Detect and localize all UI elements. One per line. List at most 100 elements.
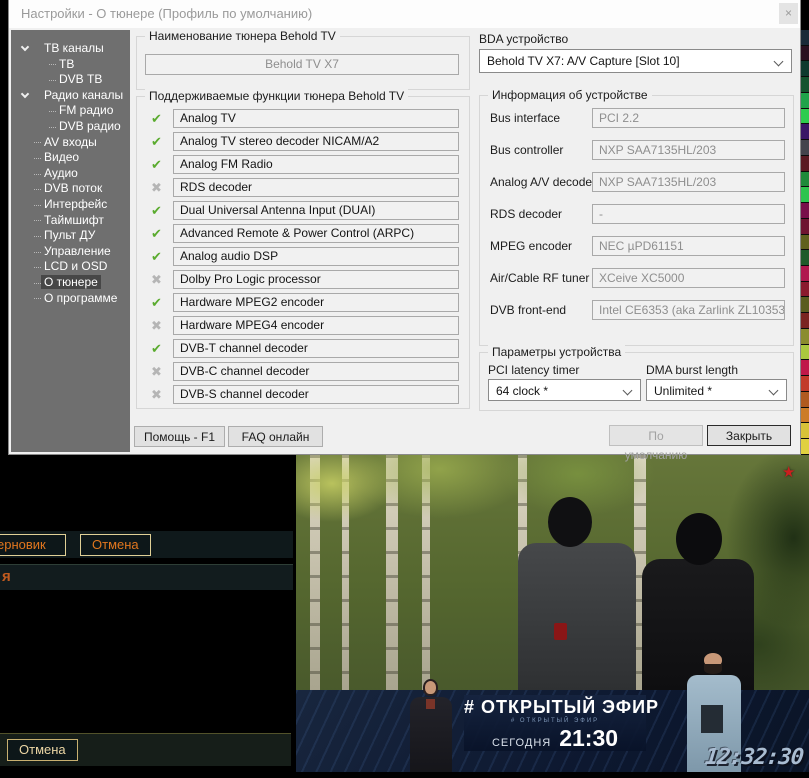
chevron-down-icon[interactable] — [21, 90, 29, 98]
chevron-down-icon — [623, 386, 633, 396]
sidebar-item-remote[interactable]: Пульт ДУ — [11, 228, 130, 244]
info-field: Intel CE6353 (aka Zarlink ZL10353) — [592, 300, 785, 320]
dma-burst-value: Unlimited * — [654, 384, 712, 398]
info-field: XCeive XC5000 — [592, 268, 785, 288]
info-row: RDS decoder- — [490, 204, 785, 224]
feature-row: ✔Dual Universal Antenna Input (DUAI) — [149, 201, 459, 220]
settings-nav-tree: ТВ каналы ТВ DVB ТВ Радио каналы FM ради… — [11, 30, 130, 452]
check-icon: ✔ — [149, 155, 164, 174]
features-list: ✔Analog TV ✔Analog TV stereo decoder NIC… — [149, 109, 459, 408]
sidebar-item-control[interactable]: Управление — [11, 244, 130, 260]
cross-icon: ✖ — [149, 316, 164, 335]
feature-field: Analog TV — [173, 109, 459, 128]
feature-field: Advanced Remote & Power Control (ARPC) — [173, 224, 459, 243]
feature-field: DVB-C channel decoder — [173, 362, 459, 381]
feature-row: ✖RDS decoder — [149, 178, 459, 197]
screen: черновик Отмена я Отмена — [0, 0, 809, 778]
bda-device-label: BDA устройство — [479, 32, 568, 46]
close-button[interactable]: Закрыть — [707, 425, 791, 446]
pci-latency-label: PCI latency timer — [488, 363, 579, 377]
pci-latency-value: 64 clock * — [496, 384, 548, 398]
tuner-name-field: Behold TV X7 — [145, 54, 459, 75]
tuner-name-group: Наименование тюнера Behold TV Behold TV … — [136, 36, 470, 90]
faq-online-button[interactable]: FAQ онлайн — [228, 426, 323, 447]
sidebar-item-tv-channels[interactable]: ТВ каналы — [11, 41, 130, 57]
partial-text: я — [2, 568, 11, 585]
sidebar-item-lcd-osd[interactable]: LCD и OSD — [11, 259, 130, 275]
check-icon: ✔ — [149, 293, 164, 312]
sidebar-item-audio[interactable]: Аудио — [11, 166, 130, 182]
cross-icon: ✖ — [149, 270, 164, 289]
info-row: Air/Cable RF tunerXCeive XC5000 — [490, 268, 785, 288]
feature-row: ✖DVB-S channel decoder — [149, 385, 459, 404]
help-button[interactable]: Помощь - F1 — [134, 426, 225, 447]
promo-title: # ОТКРЫТЫЙ ЭФИР — [464, 697, 646, 718]
info-row: DVB front-endIntel CE6353 (aka Zarlink Z… — [490, 300, 785, 320]
feature-row: ✔Analog TV — [149, 109, 459, 128]
sidebar-item-av-inputs[interactable]: AV входы — [11, 135, 130, 151]
cancel-button[interactable]: Отмена — [80, 534, 151, 556]
feature-row: ✔Analog FM Radio — [149, 155, 459, 174]
tv-video-surface[interactable]: # ОТКРЫТЫЙ ЭФИР # ОТКРЫТЫЙ ЭФИР СЕГОДНЯ … — [296, 455, 809, 772]
settings-dialog: Настройки - О тюнере (Профиль по умолчан… — [8, 0, 801, 455]
features-group: Поддерживаемые функции тюнера Behold TV … — [136, 96, 470, 409]
info-row: MPEG encoderNEC µPD61151 — [490, 236, 785, 256]
sidebar-item-timeshift[interactable]: Таймшифт — [11, 213, 130, 229]
red-patch — [554, 623, 567, 640]
feature-field: Dolby Pro Logic processor — [173, 270, 459, 289]
channel-star-logo-icon: ★ — [782, 463, 795, 481]
feature-field: Analog TV stereo decoder NICAM/A2 — [173, 132, 459, 151]
sidebar-item-fm-radio[interactable]: FM радио — [11, 103, 130, 119]
chevron-down-icon[interactable] — [21, 43, 29, 51]
masked-person-left-head — [548, 497, 592, 547]
info-row: Bus interfacePCI 2.2 — [490, 108, 785, 128]
feature-row: ✖ Dolby Pro Logic processor — [149, 270, 459, 289]
feature-row: ✔ Advanced Remote & Power Control (ARPC) — [149, 224, 459, 243]
sidebar-item-about-program[interactable]: О программе — [11, 291, 130, 307]
feature-field: DVB-T channel decoder — [173, 339, 459, 358]
info-field: NEC µPD61151 — [592, 236, 785, 256]
bda-device-value: Behold TV X7: A/V Capture [Slot 10] — [487, 54, 680, 68]
info-field: - — [592, 204, 785, 224]
check-icon: ✔ — [149, 201, 164, 220]
feature-row: ✖ DVB-C channel decoder — [149, 362, 459, 381]
sidebar-item-interface[interactable]: Интерфейс — [11, 197, 130, 213]
cross-icon: ✖ — [149, 178, 164, 197]
pci-latency-select[interactable]: 64 clock * — [488, 379, 641, 401]
sidebar-item-about-tuner[interactable]: О тюнере — [11, 275, 130, 291]
draft-button[interactable]: черновик — [0, 534, 66, 556]
onscreen-clock: 12:32:30 — [704, 745, 805, 770]
presenter-left — [402, 679, 460, 772]
presenter-left-head — [423, 679, 438, 696]
sidebar-item-dvb-radio[interactable]: DVB радио — [11, 119, 130, 135]
feature-field: Analog audio DSP — [173, 247, 459, 266]
sidebar-item-dvb-tv[interactable]: DVB ТВ — [11, 72, 130, 88]
check-icon: ✔ — [149, 224, 164, 243]
masked-person-right-head — [676, 513, 722, 565]
dialog-titlebar: Настройки - О тюнере (Профиль по умолчан… — [9, 0, 800, 28]
sidebar-item-video[interactable]: Видео — [11, 150, 130, 166]
feature-row: ✖Hardware MPEG4 encoder — [149, 316, 459, 335]
bottom-cancel-button[interactable]: Отмена — [7, 739, 78, 761]
sidebar-item-radio-channels[interactable]: Радио каналы — [11, 88, 130, 104]
sidebar-item-tv[interactable]: ТВ — [11, 57, 130, 73]
feature-row: ✔Hardware MPEG2 encoder — [149, 293, 459, 312]
feature-field: DVB-S channel decoder — [173, 385, 459, 404]
dma-burst-select[interactable]: Unlimited * — [646, 379, 787, 401]
promo-day: СЕГОДНЯ — [492, 737, 551, 749]
presenter-left-blouse — [426, 699, 435, 709]
feature-row: ✔ Analog TV stereo decoder NICAM/A2 — [149, 132, 459, 151]
dialog-title: Настройки - О тюнере (Профиль по умолчан… — [21, 6, 312, 21]
info-field: NXP SAA7135HL/203 — [592, 172, 785, 192]
promo-banner: # ОТКРЫТЫЙ ЭФИР # ОТКРЫТЫЙ ЭФИР СЕГОДНЯ … — [464, 695, 646, 751]
close-icon[interactable]: × — [779, 3, 798, 24]
feature-row: ✔Analog audio DSP — [149, 247, 459, 266]
check-icon: ✔ — [149, 132, 164, 151]
sidebar-item-dvb-stream[interactable]: DVB поток — [11, 181, 130, 197]
background-bottom-bar: Отмена — [0, 733, 291, 766]
background-toolbar: черновик Отмена — [0, 531, 293, 558]
chevron-down-icon — [769, 386, 779, 396]
bda-device-select[interactable]: Behold TV X7: A/V Capture [Slot 10] — [479, 49, 792, 73]
background-row: я — [0, 564, 293, 590]
cross-icon: ✖ — [149, 362, 164, 381]
